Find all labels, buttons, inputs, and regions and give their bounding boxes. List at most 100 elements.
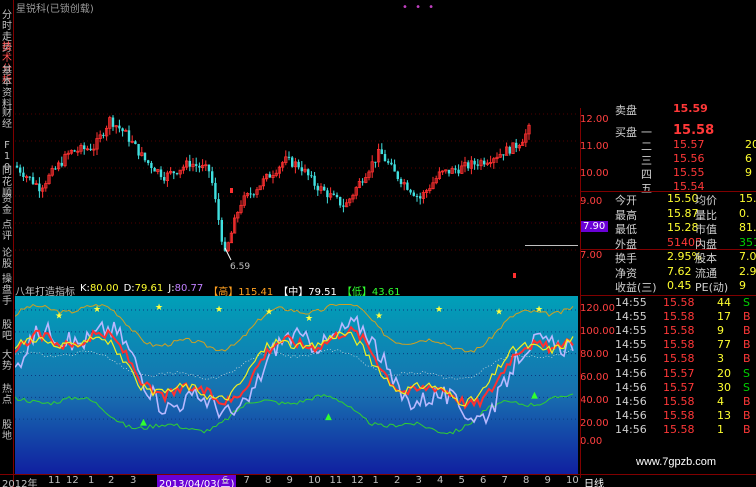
- candle-body: [19, 167, 22, 173]
- month-tick: 2: [394, 475, 401, 486]
- left-tab-11[interactable]: 大势: [1, 350, 13, 372]
- quote-panel: 卖盘 15.59 买盘 一 15.58 二 15.57 20 三 15.56 6 四 15.55 9…: [580, 102, 756, 478]
- tick-row: 14:56 15.58 4 B: [581, 395, 756, 409]
- tick-time: 14:55: [615, 309, 647, 323]
- candle-body: [252, 194, 255, 196]
- candle-body: [467, 162, 470, 169]
- tick-volume: 20: [717, 366, 731, 380]
- stat-value-2: 81.6: [739, 221, 756, 234]
- candle-body: [515, 142, 518, 148]
- buy-row[interactable]: 一 15.58: [581, 123, 756, 139]
- stat-value: 15.87: [667, 206, 699, 220]
- stat-value-2: 15.: [739, 192, 756, 205]
- candle-body: [316, 185, 319, 191]
- candle-body: [38, 183, 41, 192]
- tick-price: 15.58: [663, 423, 695, 437]
- candle-body: [268, 174, 271, 178]
- left-tab-2[interactable]: 基本资料: [1, 66, 13, 110]
- candle-body: [476, 164, 479, 166]
- tick-row: 14:56 15.57 20 S: [581, 367, 756, 381]
- candle-body: [419, 196, 422, 199]
- candle-body: [188, 160, 191, 167]
- left-tab-3[interactable]: 财经: [1, 108, 13, 130]
- buy-row[interactable]: 四 15.55 9: [581, 166, 756, 181]
- period-tab[interactable]: 日线: [584, 475, 604, 487]
- candle-body: [383, 154, 387, 162]
- candle-body: [454, 168, 457, 170]
- candle-body: [73, 150, 76, 152]
- star-marker: ★: [55, 312, 63, 322]
- tick-volume: 77: [717, 338, 731, 352]
- tick-price: 15.57: [663, 366, 695, 380]
- month-tick: 11: [329, 475, 343, 486]
- candlestick-chart[interactable]: [15, 108, 578, 280]
- tick-price: 15.58: [663, 338, 695, 352]
- stat-value: 0.45: [667, 279, 692, 292]
- star-marker: ★: [93, 305, 101, 315]
- month-tick: 3: [415, 475, 422, 486]
- candle-body: [473, 160, 476, 165]
- tick-volume: 9: [717, 323, 724, 337]
- candle-body: [393, 164, 396, 172]
- buy-arrow: ▲: [531, 390, 538, 400]
- buy-volume: 20: [745, 138, 756, 151]
- candle-body: [54, 168, 57, 170]
- star-marker: ★: [155, 303, 163, 313]
- tick-row: 14:55 15.58 44 S: [581, 296, 756, 310]
- candle-body: [396, 171, 399, 180]
- window-title: 星锐科(已锁创载): [16, 4, 94, 15]
- candle-body: [361, 181, 364, 183]
- tick-volume: 3: [717, 352, 724, 366]
- candle-body: [22, 172, 25, 178]
- stat-value: 15.28: [667, 221, 699, 234]
- candle-body: [412, 192, 415, 196]
- tick-time: 14:56: [615, 352, 647, 366]
- buy-row[interactable]: 三 15.56 6: [581, 152, 756, 167]
- candle-body: [307, 169, 310, 176]
- buy-row[interactable]: 二 15.57 20: [581, 138, 756, 153]
- left-tab-12[interactable]: 热点: [1, 384, 13, 406]
- left-tab-7[interactable]: 点评: [1, 220, 13, 242]
- stat-row: 外盘51405内盘351: [581, 236, 756, 251]
- candle-body: [159, 169, 163, 178]
- tick-time: 14:56: [615, 394, 647, 408]
- left-tab-8[interactable]: 论股: [1, 248, 13, 270]
- k-label: K:: [80, 283, 90, 294]
- tick-price: 15.58: [663, 295, 695, 309]
- candle-body: [332, 193, 335, 195]
- tick-price: 15.58: [663, 394, 695, 408]
- month-tick: 7: [501, 475, 508, 486]
- stat-row: 收益(三) 0.45 PE(动) 9: [581, 279, 756, 294]
- candle-body: [60, 162, 63, 166]
- tick-time: 14:56: [615, 366, 647, 380]
- left-tab-6[interactable]: 资金: [1, 194, 13, 216]
- indicator-chart[interactable]: ★ ★ ★ ★ ★ ★ ★ ★ ★ ★ ▲ ▲ ▲: [15, 296, 578, 474]
- candle-body: [409, 189, 412, 193]
- candle-body: [380, 149, 383, 155]
- date-bar: 2012年 2013/04/03(三) 日线 11 12 1 2 3 6 7 8 9 10 11 12…: [0, 474, 756, 487]
- star-marker: ★: [535, 305, 543, 315]
- tick-side: B: [743, 338, 751, 352]
- indicator-background: [15, 296, 578, 474]
- k-value: 80.00: [89, 283, 119, 294]
- candle-body: [390, 162, 393, 165]
- star-marker: ★: [375, 312, 383, 322]
- left-tab-10[interactable]: 股吧: [1, 320, 13, 342]
- candle-body: [15, 165, 19, 168]
- candle-body: [121, 128, 124, 132]
- candle-body: [150, 162, 153, 169]
- left-tab-13[interactable]: 股地: [1, 420, 13, 442]
- candle-body: [134, 141, 137, 145]
- left-tab-strip: 分时走势 技术分析 基本资料 财经 F10 同花顺 资金 点评 论股 操盘手 股吧 大势 热点 股地: [0, 0, 14, 487]
- tick-row: 14:56 15.58 3 B: [581, 352, 756, 366]
- indicator-header: 八年打造指标 K:80.00 D:79.61 J:80.77 【高】115.41…: [15, 283, 401, 298]
- left-tab-9[interactable]: 操盘手: [1, 274, 13, 307]
- candle-body: [313, 175, 316, 186]
- stat-label-2: PE(动): [695, 281, 729, 294]
- stat-row: 换手2.95%股本7.04: [581, 250, 756, 265]
- marker: [230, 188, 233, 193]
- candle-body: [214, 182, 217, 200]
- month-tick: 8: [523, 475, 530, 486]
- tick-price: 15.58: [663, 409, 695, 423]
- candle-body: [502, 154, 505, 156]
